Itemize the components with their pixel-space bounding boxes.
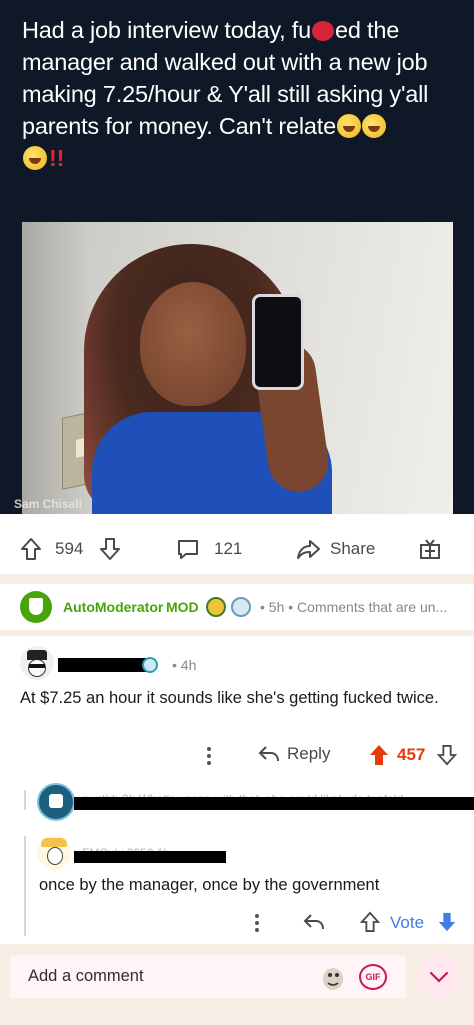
reply-button[interactable]: Reply <box>258 744 330 764</box>
upvote-arrow-icon <box>370 745 388 765</box>
shield-avatar-icon <box>20 591 52 623</box>
section-divider <box>0 630 474 636</box>
censor-blot <box>311 21 334 41</box>
redaction-bar <box>74 851 226 863</box>
comments-button[interactable]: 121 <box>176 534 242 564</box>
expand-composer-button[interactable] <box>416 954 462 1000</box>
meme-line-2: manager and walked out with a new job <box>22 49 428 75</box>
meme-line-1: Had a job interview today, fu <box>22 17 311 43</box>
photo-face <box>140 282 246 406</box>
downvote-button[interactable] <box>99 534 121 564</box>
avatar[interactable] <box>20 646 54 680</box>
meme-line-4: parents for money. Can't relate <box>22 113 336 139</box>
comment-downvote-button[interactable] <box>436 743 458 772</box>
photo-phone <box>252 294 304 390</box>
comment-timestamp: • 4h <box>172 657 197 673</box>
share-label: Share <box>330 539 376 558</box>
reply-arrow-icon <box>303 914 324 930</box>
comment-bubble-icon <box>178 540 198 559</box>
avatar[interactable] <box>37 836 71 870</box>
comment-body: At $7.25 an hour it sounds like she's ge… <box>20 689 439 707</box>
online-badge-icon <box>142 657 158 673</box>
vote-label: Vote <box>390 913 425 932</box>
image-sticker-icon <box>323 968 343 990</box>
chevron-down-icon <box>429 971 449 983</box>
comment-action-bar: Reply 457 <box>0 740 474 770</box>
reply-button[interactable] <box>303 912 325 937</box>
award-badge-icon <box>206 597 226 617</box>
meme-caption: Had a job interview today, fu ed the mana… <box>22 14 462 174</box>
comment-action-bar: Vote <box>0 908 474 938</box>
section-divider <box>0 574 474 584</box>
automod-meta: • 5h • Comments that are un... <box>260 599 448 615</box>
comment-upvote-button[interactable] <box>359 911 381 938</box>
automod-comment-row[interactable]: AutoModerator MOD • 5h • Comments that a… <box>0 590 474 624</box>
image-upload-button[interactable] <box>320 963 346 991</box>
comment-score: 457 <box>397 745 426 764</box>
avatar[interactable] <box>37 783 75 821</box>
avatar-head <box>28 659 46 677</box>
laughing-emoji-icon <box>23 146 47 170</box>
upvote-button[interactable] <box>20 534 42 564</box>
gif-button[interactable]: GIF <box>359 964 387 990</box>
add-comment-placeholder: Add a comment <box>28 967 144 985</box>
automod-username[interactable]: AutoModerator <box>63 599 163 615</box>
meme-line-1b: ed the <box>334 17 400 43</box>
comment-downvote-button[interactable] <box>437 911 457 938</box>
avatar-glasses <box>29 664 45 668</box>
share-arrow-icon <box>297 540 320 559</box>
selfie-photo <box>22 222 453 514</box>
laughing-emoji-icon <box>361 114 386 138</box>
downvote-arrow-icon <box>438 912 456 932</box>
downvote-arrow-icon <box>436 745 458 766</box>
comment-upvote-button[interactable] <box>368 743 390 772</box>
thread-line <box>24 790 26 810</box>
laughing-emoji-icon <box>336 114 361 138</box>
watermark: Sam Chisali <box>14 497 83 511</box>
more-options-icon[interactable] <box>206 747 212 765</box>
downvote-arrow-icon <box>100 538 120 560</box>
redacted-username <box>58 658 150 672</box>
upvote-arrow-icon <box>21 538 41 560</box>
redaction-bar <box>74 797 474 810</box>
upvote-arrow-icon <box>359 911 381 932</box>
avatar-hat <box>27 650 47 660</box>
post-action-bar: 594 121 Share <box>0 526 474 572</box>
gift-award-icon <box>420 539 440 559</box>
more-options-icon[interactable] <box>254 914 260 932</box>
award-button[interactable] <box>418 534 442 564</box>
mod-badge: MOD <box>166 599 199 615</box>
comment-count: 121 <box>214 539 243 558</box>
vote-score: 594 <box>55 539 84 558</box>
reply-arrow-icon <box>258 746 279 762</box>
post-image[interactable]: Had a job interview today, fu ed the mana… <box>0 0 474 514</box>
double-exclamation: !! <box>49 145 65 171</box>
comment-body: once by the manager, once by the governm… <box>39 876 380 894</box>
meme-line-3: making 7.25/hour & Y'all still asking y'… <box>22 81 429 107</box>
share-button[interactable]: Share <box>296 534 375 564</box>
add-comment-input[interactable]: Add a comment GIF <box>10 955 406 998</box>
reply-label: Reply <box>287 744 331 763</box>
award-badge-icon <box>231 597 251 617</box>
